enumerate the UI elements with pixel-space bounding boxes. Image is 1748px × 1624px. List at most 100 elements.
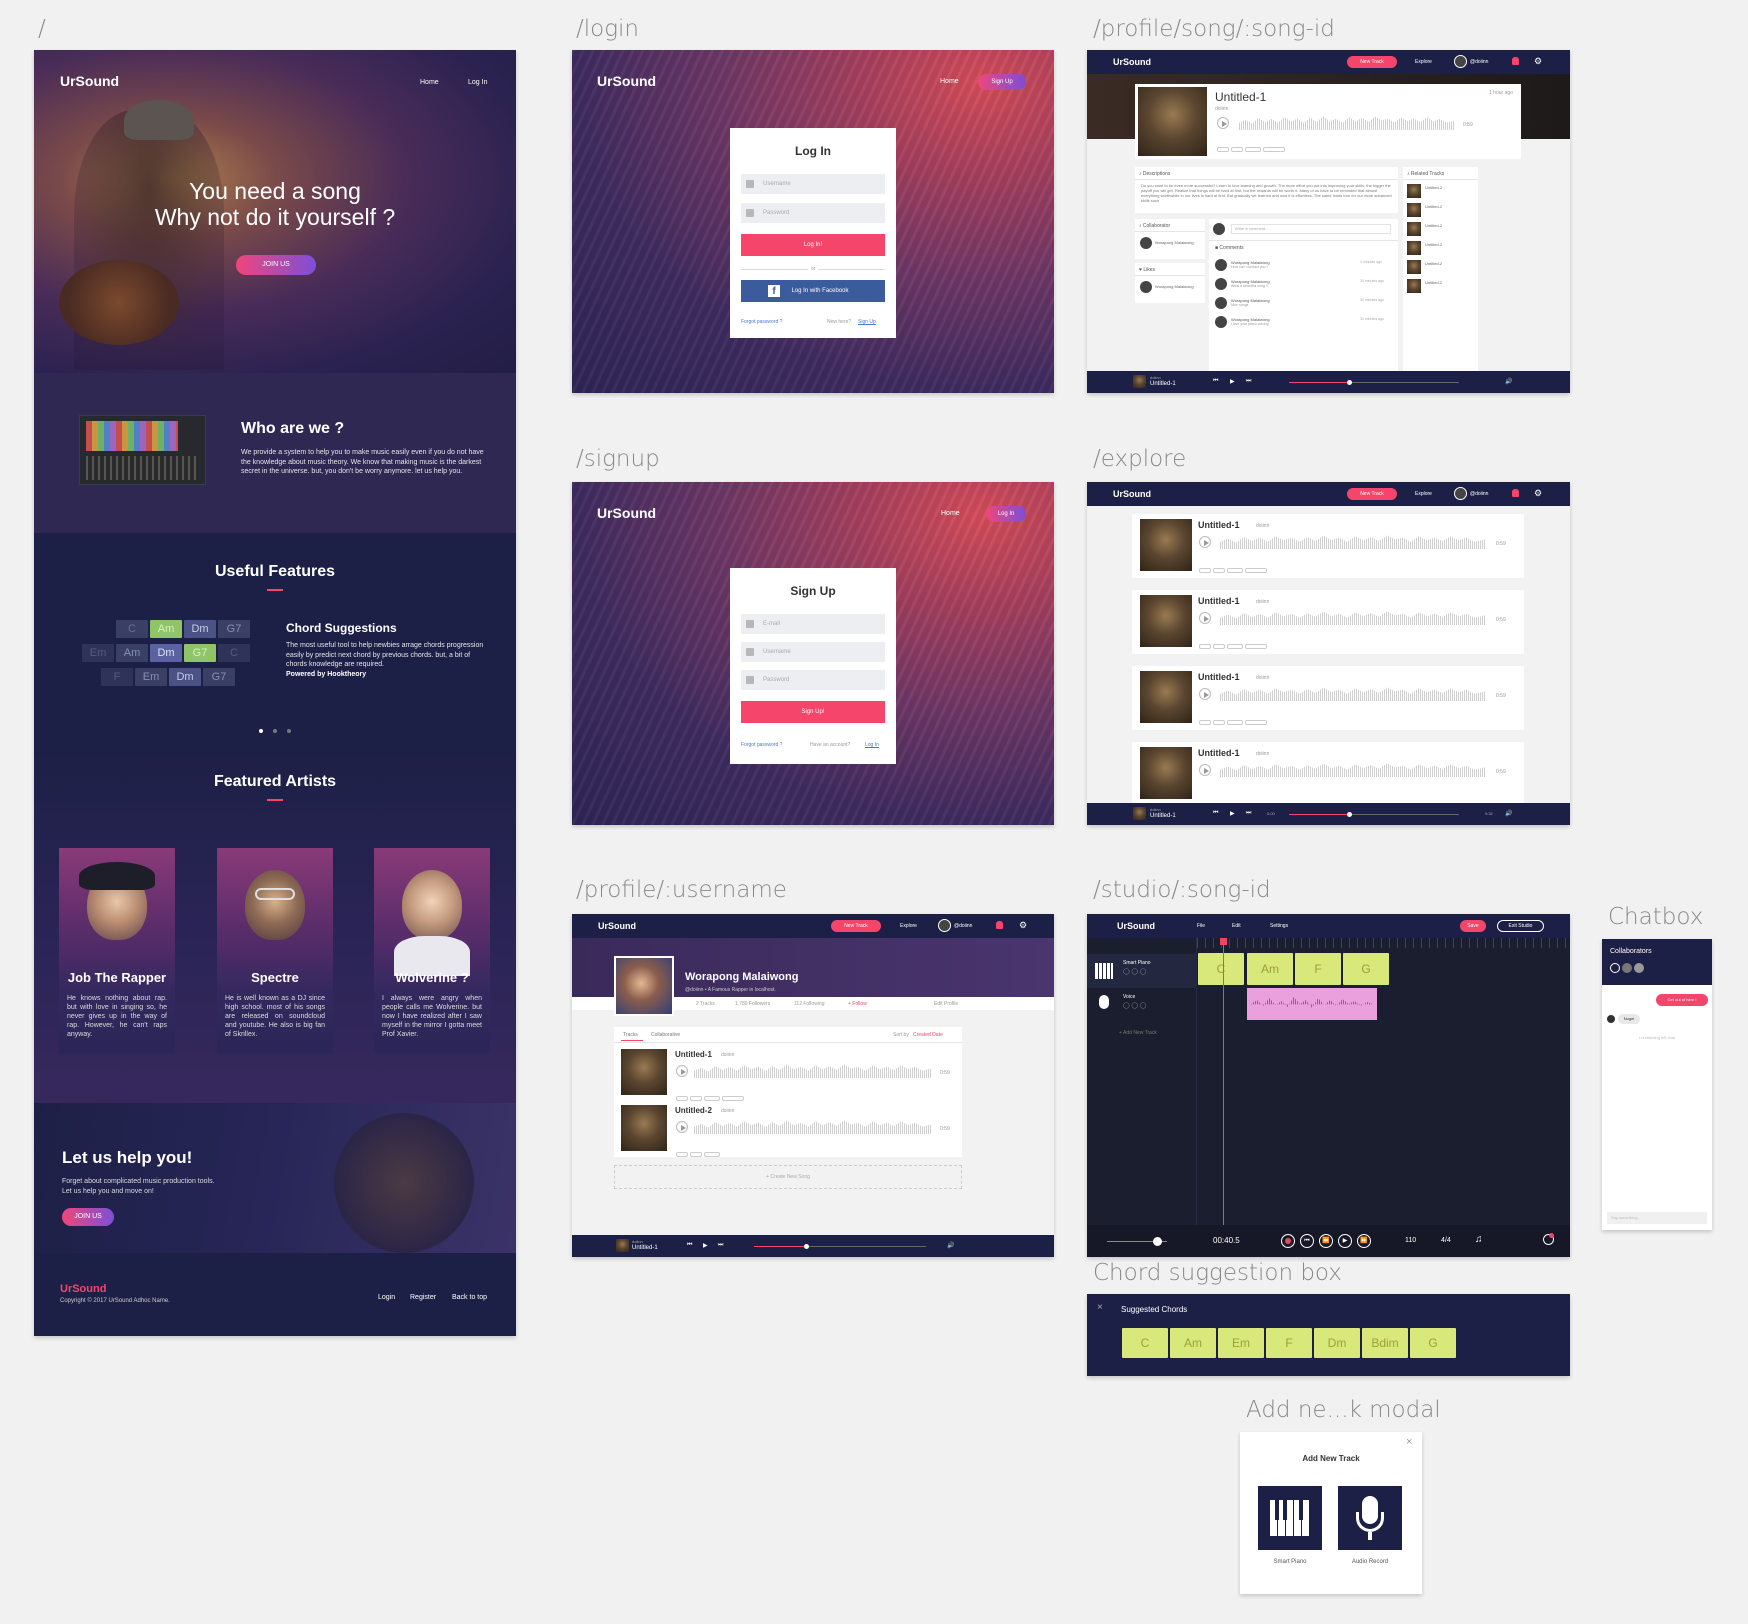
track-title[interactable]: Untitled-2 <box>675 1106 712 1115</box>
play-icon[interactable] <box>676 1121 688 1133</box>
waveform[interactable] <box>694 1064 932 1078</box>
track-thumb[interactable] <box>621 1105 667 1151</box>
track-tags[interactable] <box>676 1088 746 1106</box>
zoom-handle[interactable] <box>1153 1237 1162 1246</box>
waveform[interactable] <box>1220 535 1485 549</box>
prev-icon[interactable]: ⏮ <box>1213 378 1218 385</box>
volume-icon[interactable]: 🔊 <box>947 1242 954 1249</box>
fast-forward-icon[interactable]: ⏩ <box>1357 1234 1371 1248</box>
audio-record-option[interactable] <box>1338 1486 1402 1550</box>
forgot-link[interactable]: Forgot password ? <box>741 742 782 748</box>
stat-following[interactable]: 112 Following <box>794 1001 824 1007</box>
track-user[interactable]: doiinn <box>721 1052 734 1058</box>
avatar[interactable] <box>1140 237 1152 249</box>
nav-user[interactable]: @doiinn <box>1470 59 1488 65</box>
track-title[interactable]: Untitled-1 <box>1198 748 1240 758</box>
play-icon[interactable]: ▶ <box>1338 1234 1352 1248</box>
menu-settings[interactable]: Settings <box>1270 923 1288 929</box>
chord-suggestion[interactable]: Dm <box>1314 1328 1360 1358</box>
brand-logo[interactable]: UrSound <box>1113 57 1151 67</box>
nav-explore[interactable]: Explore <box>1415 491 1432 497</box>
menu-file[interactable]: File <box>1197 923 1205 929</box>
track-user[interactable]: doiinn <box>1256 523 1269 529</box>
brand-logo[interactable]: UrSound <box>597 505 656 521</box>
track-title[interactable]: Untitled-1 <box>675 1050 712 1059</box>
edit-profile-button[interactable]: Edit Profile <box>934 1001 958 1007</box>
footer-brand[interactable]: UrSound <box>60 1283 106 1295</box>
related-track[interactable]: Untitled-2 <box>1425 280 1442 285</box>
related-track[interactable]: Untitled-2 <box>1425 261 1442 266</box>
play-icon[interactable] <box>1217 117 1229 129</box>
volume-icon[interactable]: 🔊 <box>1505 810 1512 817</box>
metronome-icon[interactable]: ♫ <box>1475 1234 1483 1245</box>
seek-handle[interactable] <box>1347 380 1352 385</box>
chord-suggestion[interactable]: Am <box>1170 1328 1216 1358</box>
artist-card-1[interactable]: Job The Rapper He knows nothing about ra… <box>59 848 175 1053</box>
gear-icon[interactable]: ⚙ <box>1534 56 1542 67</box>
play-icon[interactable]: ▶ <box>1230 810 1235 817</box>
play-icon[interactable]: ▶ <box>1230 378 1235 385</box>
track-tags[interactable] <box>1199 636 1269 654</box>
seek-handle[interactable] <box>1347 812 1352 817</box>
nav-explore[interactable]: Explore <box>1415 59 1432 65</box>
signup-submit-button[interactable]: Sign Up! <box>741 701 885 723</box>
new-track-button[interactable]: New Track <box>1347 56 1397 68</box>
username-input[interactable]: Username <box>741 174 885 194</box>
email-input[interactable]: E-mail <box>741 614 885 634</box>
create-new-song-button[interactable]: + Create New Song <box>614 1165 962 1189</box>
signup-link[interactable]: Sign Up <box>858 319 876 325</box>
chord-suggestion[interactable]: Bdim <box>1362 1328 1408 1358</box>
forgot-link[interactable]: Forgot password ? <box>741 319 782 325</box>
brand-logo[interactable]: UrSound <box>60 73 119 89</box>
next-icon[interactable]: ⏭ <box>1246 378 1251 385</box>
footer-back-to-top[interactable]: Back to top <box>452 1294 487 1301</box>
bell-icon[interactable] <box>1512 57 1519 65</box>
gear-icon[interactable]: ⚙ <box>1019 920 1027 931</box>
play-icon[interactable] <box>1199 536 1211 548</box>
volume-icon[interactable]: 🔊 <box>1505 378 1512 385</box>
play-icon[interactable] <box>1199 612 1211 624</box>
join-us-button-2[interactable]: JOIN US <box>62 1208 114 1226</box>
save-button[interactable]: Save <box>1460 920 1486 932</box>
track-controls[interactable]: ◯ ◯ ◯ <box>1123 968 1146 975</box>
username-input[interactable]: Username <box>741 642 885 662</box>
song-artist[interactable]: doiinn <box>1215 106 1228 112</box>
chord-suggestion[interactable]: C <box>1122 1328 1168 1358</box>
stat-followers[interactable]: 1,789 Followers <box>735 1001 770 1007</box>
bpm-display[interactable]: 110 <box>1405 1237 1416 1244</box>
carousel-dots[interactable] <box>34 720 516 738</box>
audio-clip[interactable] <box>1247 988 1377 1020</box>
footer-login[interactable]: Login <box>378 1294 395 1301</box>
waveform[interactable] <box>694 1120 932 1134</box>
track-user[interactable]: doiinn <box>1256 675 1269 681</box>
join-us-button[interactable]: JOIN US <box>236 255 316 275</box>
brand-logo[interactable]: UrSound <box>598 921 636 931</box>
time-signature[interactable]: 4/4 <box>1441 1237 1451 1244</box>
playhead-handle[interactable] <box>1220 938 1227 945</box>
new-track-button[interactable]: New Track <box>831 920 881 932</box>
seek-handle[interactable] <box>804 1244 809 1249</box>
new-track-button[interactable]: New Track <box>1347 488 1397 500</box>
chord-block[interactable]: Am <box>1247 953 1293 985</box>
waveform[interactable] <box>1239 116 1455 130</box>
avatar[interactable] <box>1634 963 1644 973</box>
nav-user[interactable]: @doiinn <box>954 923 972 929</box>
play-icon[interactable] <box>1199 764 1211 776</box>
brand-logo[interactable]: UrSound <box>1113 489 1151 499</box>
chord-suggestion[interactable]: Em <box>1218 1328 1264 1358</box>
playhead[interactable] <box>1223 938 1224 1225</box>
login-link[interactable]: Log In <box>865 742 879 748</box>
exit-studio-button[interactable]: Exit Studio <box>1497 920 1544 932</box>
track-user[interactable]: doiinn <box>1256 599 1269 605</box>
nav-home[interactable]: Home <box>420 79 439 86</box>
avatar[interactable] <box>938 919 951 932</box>
close-icon[interactable]: × <box>1406 1436 1412 1448</box>
avatar[interactable] <box>1610 963 1620 973</box>
track-tags[interactable] <box>1199 712 1269 730</box>
rewind-icon[interactable]: ⏪ <box>1319 1234 1333 1248</box>
signup-nav-button[interactable]: Sign Up <box>978 74 1026 90</box>
track-row-piano[interactable]: Smart Piano ◯ ◯ ◯ <box>1087 954 1197 988</box>
avatar[interactable] <box>1622 963 1632 973</box>
play-icon[interactable] <box>1199 688 1211 700</box>
track-title[interactable]: Untitled-1 <box>1198 596 1240 606</box>
